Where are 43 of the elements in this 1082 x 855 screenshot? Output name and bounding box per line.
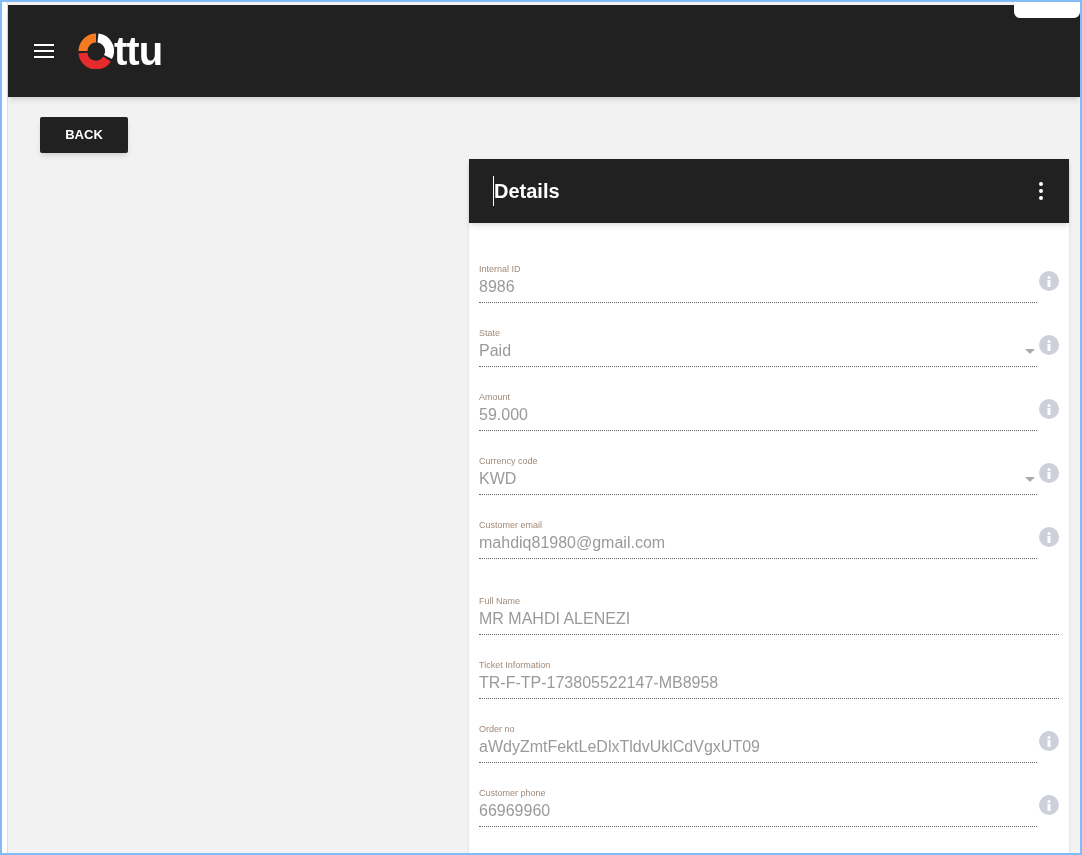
back-button[interactable]: BACK — [40, 117, 128, 153]
dropdown-caret-icon[interactable] — [1025, 348, 1035, 354]
field-label: State — [479, 327, 501, 339]
field-label: Order no — [479, 723, 516, 735]
field-value: mahdiq81980@gmail.com — [479, 533, 667, 553]
info-icon[interactable] — [1039, 527, 1059, 547]
select-field[interactable]: State Paid — [479, 327, 1037, 367]
card-title: Details — [493, 176, 560, 206]
select-field[interactable]: Currency code KWD — [479, 455, 1037, 495]
field-label: Customer email — [479, 519, 544, 531]
input-field[interactable]: Customer email mahdiq81980@gmail.com — [479, 519, 1037, 559]
info-icon[interactable] — [1039, 731, 1059, 751]
info-icon[interactable] — [1039, 795, 1059, 815]
logo[interactable]: ttu — [78, 31, 163, 71]
field-label: Internal ID — [479, 263, 522, 275]
menu-icon[interactable] — [34, 44, 54, 58]
ring-logo-icon — [78, 33, 114, 69]
field-value: KWD — [479, 469, 518, 489]
field-value: 66969960 — [479, 801, 552, 821]
input-field[interactable]: Amount 59.000 — [479, 391, 1037, 431]
field-label: Customer phone — [479, 787, 547, 799]
field-label: Full Name — [479, 595, 521, 607]
input-field[interactable]: Internal ID 8986 — [479, 263, 1037, 303]
input-field[interactable]: Ticket Information TR-F-TP-173805522147-MB8958 — [479, 659, 1059, 699]
field-value: 59.000 — [479, 405, 529, 425]
logo-text: ttu — [114, 31, 163, 71]
field-value: 8986 — [479, 277, 516, 297]
dropdown-caret-icon[interactable] — [1025, 476, 1035, 482]
field-value: MR MAHDI ALENEZI — [479, 609, 632, 629]
info-icon[interactable] — [1039, 399, 1059, 419]
field-label: Amount — [479, 391, 512, 403]
input-field[interactable]: Full Name MR MAHDI ALENEZI — [479, 595, 1059, 635]
input-field[interactable]: Order no aWdyZmtFektLeDlxTldvUklCdVgxUT09 — [479, 723, 1037, 763]
more-options-icon[interactable] — [1037, 182, 1045, 200]
field-value: aWdyZmtFektLeDlxTldvUklCdVgxUT09 — [479, 737, 761, 757]
field-value: Paid — [479, 341, 513, 361]
field-label: Currency code — [479, 455, 539, 467]
input-field[interactable]: Customer phone 66969960 — [479, 787, 1037, 827]
info-icon[interactable] — [1039, 335, 1059, 355]
info-icon[interactable] — [1039, 463, 1059, 483]
field-value: TR-F-TP-173805522147-MB8958 — [479, 673, 720, 693]
field-label: Ticket Information — [479, 659, 552, 671]
info-icon[interactable] — [1039, 271, 1059, 291]
